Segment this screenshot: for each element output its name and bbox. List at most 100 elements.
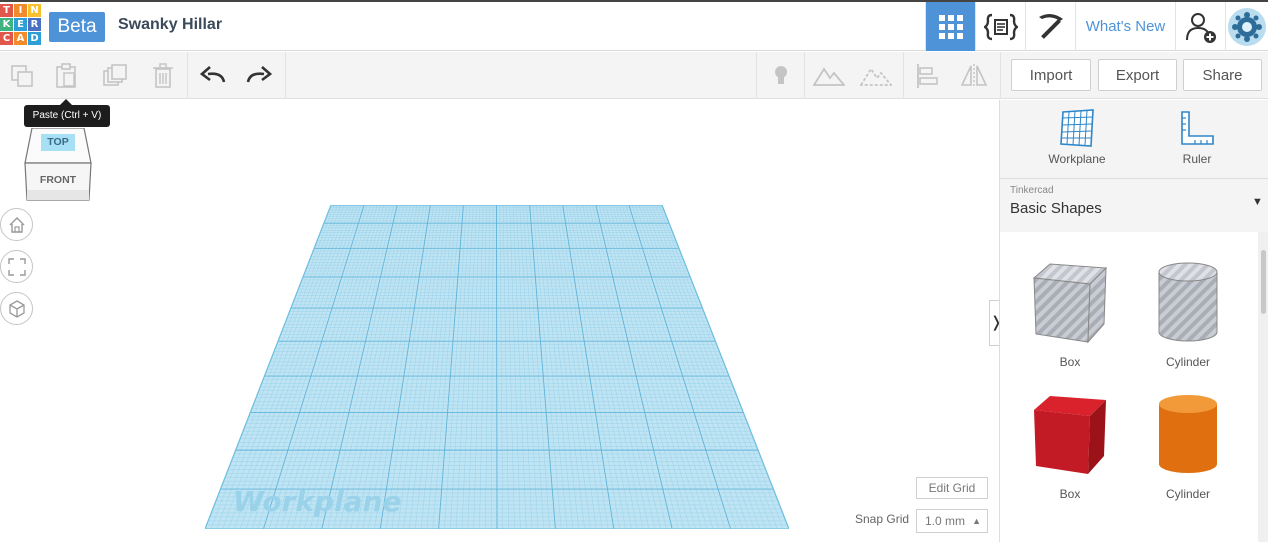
pickaxe-icon xyxy=(1038,13,1063,39)
logo-letter: I xyxy=(14,4,27,17)
fit-icon xyxy=(7,257,26,276)
panel-divider xyxy=(1000,178,1268,179)
logo-letter: E xyxy=(14,18,27,31)
logo-letter: K xyxy=(0,18,13,31)
workplane-watermark: Workplane xyxy=(233,485,401,518)
toolbar-separator xyxy=(187,52,188,99)
app-header: T I N K E R C A D Beta Swanky Hillar Wha… xyxy=(0,2,1268,51)
avatar-icon xyxy=(1228,7,1266,46)
align-icon xyxy=(917,63,938,88)
workplane-svg: Workplane xyxy=(204,204,790,530)
edit-grid-button[interactable]: Edit Grid xyxy=(916,477,988,499)
edit-toolbar: Import Export Share xyxy=(0,52,1268,99)
shape-box-hole[interactable]: Box xyxy=(1015,260,1125,369)
mountain-solid-icon xyxy=(813,66,845,86)
toolbar-separator xyxy=(1000,52,1001,99)
cube-outline-icon xyxy=(8,299,25,318)
shapes-panel: Workplane Ruler Tinkercad Basic Shapes ▼ xyxy=(999,100,1268,542)
view-cube-top-label[interactable]: TOP xyxy=(41,134,75,151)
clipboard-icon xyxy=(56,62,76,88)
add-user-icon xyxy=(1185,12,1216,43)
shape-box[interactable]: Box xyxy=(1015,392,1125,501)
home-view-button[interactable] xyxy=(0,208,33,241)
workplane-tool-icon xyxy=(1060,109,1094,147)
box-icon xyxy=(1034,396,1106,474)
mountain-outline-icon xyxy=(860,66,892,86)
delete-button[interactable] xyxy=(143,52,183,99)
logo-letter: R xyxy=(28,18,41,31)
ruler-tool[interactable]: Ruler xyxy=(1137,100,1257,178)
ruler-tool-label: Ruler xyxy=(1182,152,1212,166)
scrollbar-thumb[interactable] xyxy=(1261,250,1266,314)
box-hole-icon xyxy=(1032,263,1108,344)
shape-label: Box xyxy=(1059,487,1081,501)
export-button[interactable]: Export xyxy=(1098,59,1177,91)
caret-down-icon[interactable]: ▼ xyxy=(1252,196,1263,208)
logo-letter: C xyxy=(0,32,13,45)
redo-button[interactable] xyxy=(238,52,280,99)
logo-letter: D xyxy=(28,32,41,45)
add-user-button[interactable] xyxy=(1175,2,1225,51)
copy-button[interactable] xyxy=(2,52,42,99)
shape-source-label: Tinkercad xyxy=(1010,185,1054,196)
snap-grid-select[interactable]: 1.0 mm ▲ xyxy=(916,509,988,533)
snap-grid-label: Snap Grid xyxy=(855,512,910,526)
user-avatar[interactable] xyxy=(1225,2,1268,51)
duplicate-button[interactable] xyxy=(95,52,135,99)
caret-up-icon: ▲ xyxy=(972,516,981,526)
workplane-tool-label: Workplane xyxy=(1048,152,1106,166)
workplane-grid[interactable]: Workplane xyxy=(204,204,790,530)
ortho-view-button[interactable] xyxy=(0,292,33,325)
snap-grid-value: 1.0 mm xyxy=(925,514,966,528)
minecraft-button[interactable] xyxy=(1025,2,1075,51)
shape-cylinder[interactable]: Cylinder xyxy=(1133,392,1243,501)
align-button[interactable] xyxy=(908,52,946,99)
toolbar-separator xyxy=(285,52,286,99)
logo-letter: A xyxy=(14,32,27,45)
toolbar-separator xyxy=(804,52,805,99)
project-name[interactable]: Swanky Hillar xyxy=(118,16,222,34)
shapes-grid: Box Cylinder Box Cylinder xyxy=(1000,232,1258,542)
grid-icon xyxy=(938,14,963,39)
cylinder-hole-icon xyxy=(1158,262,1218,342)
whats-new-label: What's New xyxy=(1085,18,1166,35)
view-cube[interactable]: TOP FRONT xyxy=(24,127,92,202)
hide-button[interactable] xyxy=(856,52,896,99)
tinkercad-logo[interactable]: T I N K E R C A D xyxy=(0,4,42,48)
3d-design-view-button[interactable] xyxy=(925,2,975,51)
undo-button[interactable] xyxy=(192,52,234,99)
duplicate-icon xyxy=(103,63,127,86)
bulb-icon xyxy=(775,65,787,84)
fit-view-button[interactable] xyxy=(0,250,33,283)
toolbar-separator xyxy=(756,52,757,99)
shape-cylinder-hole[interactable]: Cylinder xyxy=(1133,260,1243,369)
mirror-icon xyxy=(960,63,988,88)
copy-icon xyxy=(11,64,33,87)
shape-category-select[interactable]: Basic Shapes xyxy=(1010,200,1102,217)
toolbar-separator xyxy=(903,52,904,99)
logo-letter: T xyxy=(0,4,13,17)
share-button[interactable]: Share xyxy=(1183,59,1262,91)
logo-letter: N xyxy=(28,4,41,17)
import-button[interactable]: Import xyxy=(1011,59,1091,91)
workplane-tool[interactable]: Workplane xyxy=(1017,100,1137,178)
paste-tooltip: Paste (Ctrl + V) xyxy=(24,99,110,127)
mirror-button[interactable] xyxy=(954,52,994,99)
light-bulb-button[interactable] xyxy=(762,52,800,99)
shapes-scrollbar[interactable] xyxy=(1258,232,1268,542)
beta-badge: Beta xyxy=(49,12,105,42)
paste-button[interactable] xyxy=(46,52,86,99)
show-all-button[interactable] xyxy=(810,52,848,99)
shape-label: Box xyxy=(1059,355,1081,369)
view-cube-front-label[interactable]: FRONT xyxy=(25,174,91,186)
shape-label: Cylinder xyxy=(1165,355,1210,369)
undo-icon xyxy=(200,65,226,82)
whats-new-link[interactable]: What's New xyxy=(1075,2,1175,51)
trash-icon xyxy=(153,62,173,88)
ruler-icon xyxy=(1181,111,1214,145)
shape-label: Cylinder xyxy=(1165,487,1210,501)
cylinder-icon xyxy=(1159,395,1217,473)
codeblocks-button[interactable] xyxy=(975,2,1025,51)
codeblocks-icon xyxy=(983,13,1018,40)
redo-icon xyxy=(246,65,272,82)
